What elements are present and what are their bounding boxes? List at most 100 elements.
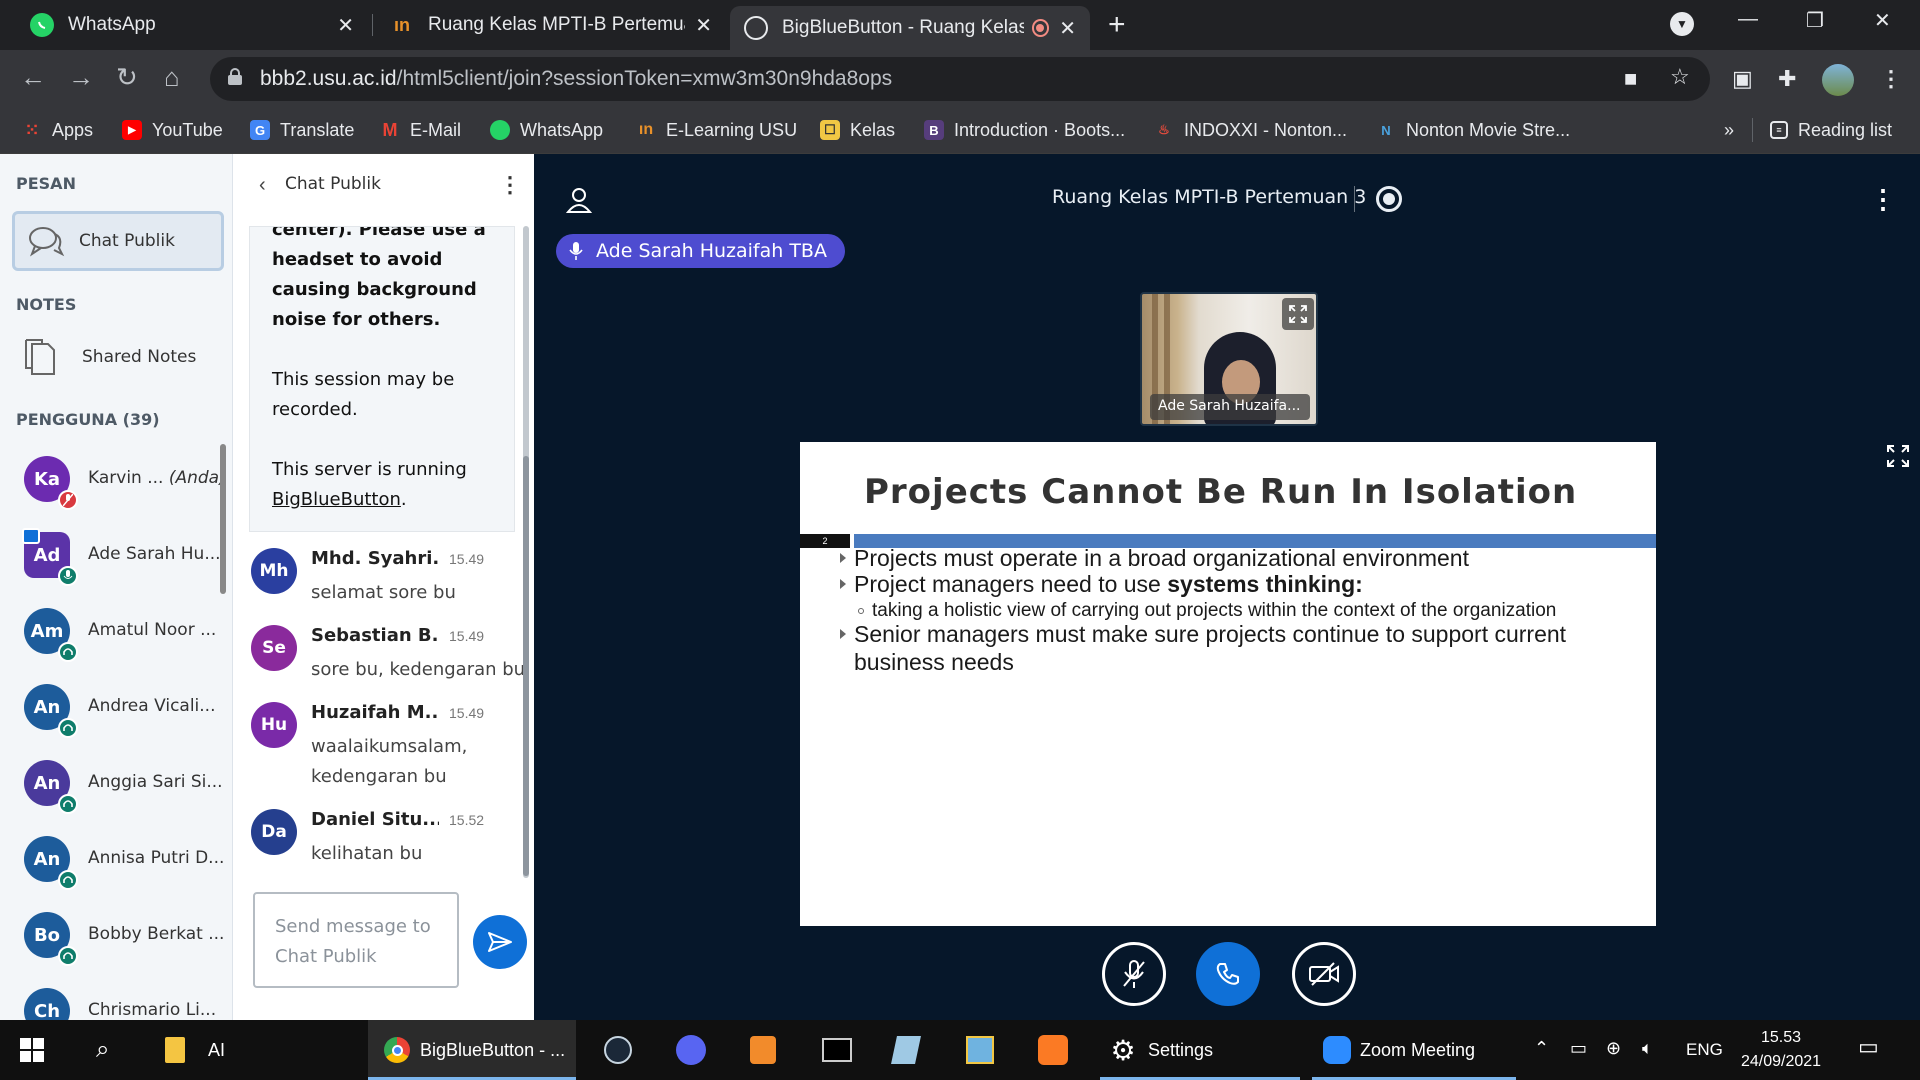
notebook-app-icon[interactable] xyxy=(891,1020,924,1080)
user-item[interactable]: Ad Ade Sarah Hu... xyxy=(22,526,224,586)
home-icon[interactable]: ⌂ xyxy=(164,62,180,93)
user-item[interactable]: An Anggia Sari Si... xyxy=(24,754,224,814)
webcam-video[interactable]: Ade Sarah Huzaifa... xyxy=(1140,292,1318,426)
reading-list-button[interactable]: ≡ Reading list xyxy=(1770,108,1892,152)
back-icon[interactable]: ← xyxy=(20,62,46,93)
taskbar-zoom[interactable]: Zoom Meeting xyxy=(1312,1020,1516,1080)
tab-whatsapp[interactable]: WhatsApp ✕ xyxy=(16,0,368,50)
system-clock[interactable]: 15.53 24/09/2021 xyxy=(1736,1026,1826,1074)
chat-title[interactable]: Chat Publik xyxy=(285,174,381,194)
bookmarks-overflow-button[interactable]: » xyxy=(1724,108,1734,152)
message-author: Sebastian B... xyxy=(311,625,439,646)
discord-icon[interactable] xyxy=(676,1020,710,1080)
search-icon[interactable]: ⌕ xyxy=(96,1020,126,1080)
user-item[interactable]: Ch Chrismario Li... xyxy=(24,982,224,1020)
taskbar-chrome[interactable]: BigBlueButton - ... xyxy=(368,1020,576,1080)
bookmark-nonton-movie[interactable]: N Nonton Movie Stre... xyxy=(1376,108,1570,152)
address-bar[interactable]: bbb2.usu.ac.id/html5client/join?sessionT… xyxy=(210,57,1710,101)
bookmark-email[interactable]: M E-Mail xyxy=(380,108,462,152)
terminal-icon[interactable] xyxy=(822,1020,854,1080)
extensions-puzzle-icon[interactable]: ✚ xyxy=(1778,66,1796,92)
expand-video-icon[interactable] xyxy=(1282,298,1314,330)
extension-icon[interactable]: ▣ xyxy=(1732,66,1753,92)
input-language[interactable]: ENG xyxy=(1686,1040,1723,1060)
bookmark-label: Kelas xyxy=(850,119,896,140)
bigbluebutton-link[interactable]: BigBlueButton xyxy=(272,489,401,510)
bookmark-youtube[interactable]: ▶ YouTube xyxy=(122,108,223,152)
slide-bullet-emphasis: systems thinking: xyxy=(1167,571,1363,597)
close-tab-icon[interactable]: ✕ xyxy=(695,13,712,38)
bookmark-indoxxi[interactable]: ♨ INDOXXI - Nonton... xyxy=(1154,108,1347,152)
user-item[interactable]: An Andrea Vicali... xyxy=(24,678,224,738)
message-text: kelihatan bu xyxy=(311,843,423,864)
bullet-arrow-icon xyxy=(840,553,846,563)
close-tab-icon[interactable]: ✕ xyxy=(337,13,354,38)
user-item[interactable]: Am Amatul Noor ... xyxy=(24,602,224,662)
public-chat-item[interactable]: Chat Publik xyxy=(12,211,224,271)
battery-icon[interactable]: ▭ xyxy=(1570,1038,1587,1059)
share-webcam-button[interactable] xyxy=(1292,942,1356,1006)
url-host: bbb2.usu.ac.id xyxy=(260,67,397,90)
chat-panel: ‹ Chat Publik ⋮ center). Please use a he… xyxy=(232,154,534,1020)
unmute-button[interactable] xyxy=(1102,942,1166,1006)
sub-bullet-circle-icon xyxy=(858,608,864,614)
bookmark-label: Introduction · Boots... xyxy=(954,119,1126,140)
user-list-scrollbar[interactable] xyxy=(220,444,226,594)
meeting-options-icon[interactable]: ⋮ xyxy=(1870,184,1896,215)
shared-notes-label: Shared Notes xyxy=(82,347,197,367)
shared-notes-item[interactable]: Shared Notes xyxy=(24,338,196,376)
bookmark-star-icon[interactable]: ☆ xyxy=(1670,64,1690,90)
talking-indicator[interactable]: Ade Sarah Huzaifah TBA xyxy=(556,234,845,268)
taskbar-settings[interactable]: ⚙ Settings xyxy=(1100,1020,1300,1080)
close-tab-icon[interactable]: ✕ xyxy=(1059,16,1076,41)
tab-search-icon[interactable]: ▼ xyxy=(1670,12,1694,36)
tab-bigbluebutton[interactable]: BigBlueButton - Ruang Kelas ✕ xyxy=(730,6,1090,50)
user-item[interactable]: Ka Karvin ... (Anda) xyxy=(24,450,224,510)
user-item[interactable]: Bo Bobby Berkat ... xyxy=(24,906,224,966)
restore-icon[interactable]: ❐ xyxy=(1806,8,1824,33)
send-icon xyxy=(488,932,512,952)
sublime-text-icon[interactable] xyxy=(750,1020,780,1080)
close-window-icon[interactable]: ✕ xyxy=(1874,8,1891,33)
start-button[interactable] xyxy=(20,1020,56,1080)
user-item[interactable]: An Annisa Putri D... xyxy=(24,830,224,890)
send-message-button[interactable] xyxy=(473,915,527,969)
new-tab-button[interactable]: + xyxy=(1108,8,1126,42)
recording-status-icon[interactable] xyxy=(1376,186,1402,212)
bookmark-whatsapp[interactable]: WhatsApp xyxy=(490,108,603,152)
lock-icon[interactable] xyxy=(228,68,242,85)
network-globe-icon[interactable]: ⊕ xyxy=(1606,1038,1621,1059)
video-user-name: Ade Sarah Huzaifa... xyxy=(1150,394,1310,420)
bookmark-label: Translate xyxy=(280,119,355,140)
bookmark-translate[interactable]: G Translate xyxy=(250,108,354,152)
fullscreen-presentation-icon[interactable] xyxy=(1886,444,1910,473)
chat-message-input[interactable]: Send message to Chat Publik xyxy=(253,892,459,988)
tab-title: BigBlueButton - Ruang Kelas xyxy=(782,17,1024,38)
message-avatar: Mh xyxy=(251,548,297,594)
leave-audio-button[interactable] xyxy=(1196,942,1260,1006)
camera-off-icon xyxy=(1309,962,1339,986)
bookmark-bootstrap[interactable]: B Introduction · Boots... xyxy=(924,108,1125,152)
camera-in-use-icon[interactable]: ■ xyxy=(1624,66,1637,92)
chevron-left-icon[interactable]: ‹ xyxy=(259,174,266,197)
forward-icon[interactable]: → xyxy=(68,62,94,93)
profile-avatar[interactable] xyxy=(1822,64,1854,96)
notifications-icon[interactable]: ▭ xyxy=(1858,1034,1879,1060)
virtualbox-icon[interactable] xyxy=(966,1020,996,1080)
show-hidden-icons-chevron-icon[interactable]: ⌃ xyxy=(1534,1038,1549,1059)
bookmark-elearning[interactable]: ın E-Learning USU xyxy=(636,108,797,152)
chat-scrollbar[interactable] xyxy=(523,226,529,878)
reload-icon[interactable]: ↻ xyxy=(116,62,138,93)
taskbar-folder-ai[interactable]: AI xyxy=(160,1020,360,1080)
browser-menu-icon[interactable]: ⋮ xyxy=(1880,66,1902,92)
bookmark-kelas[interactable]: ☐ Kelas xyxy=(820,108,895,152)
steam-icon[interactable] xyxy=(604,1020,634,1080)
minimize-icon[interactable]: — xyxy=(1738,8,1758,31)
chat-scroll-thumb[interactable] xyxy=(523,456,529,876)
xampp-icon[interactable] xyxy=(1038,1020,1070,1080)
tab-ruang-kelas[interactable]: ın Ruang Kelas MPTI-B Pertemuan 3 ✕ xyxy=(376,0,726,50)
bookmark-apps[interactable]: ⁙ Apps xyxy=(22,108,93,152)
volume-icon[interactable]: 🔈︎ xyxy=(1642,1038,1653,1059)
chat-options-icon[interactable]: ⋮ xyxy=(499,172,521,198)
user-list-toggle-icon[interactable] xyxy=(565,186,593,219)
